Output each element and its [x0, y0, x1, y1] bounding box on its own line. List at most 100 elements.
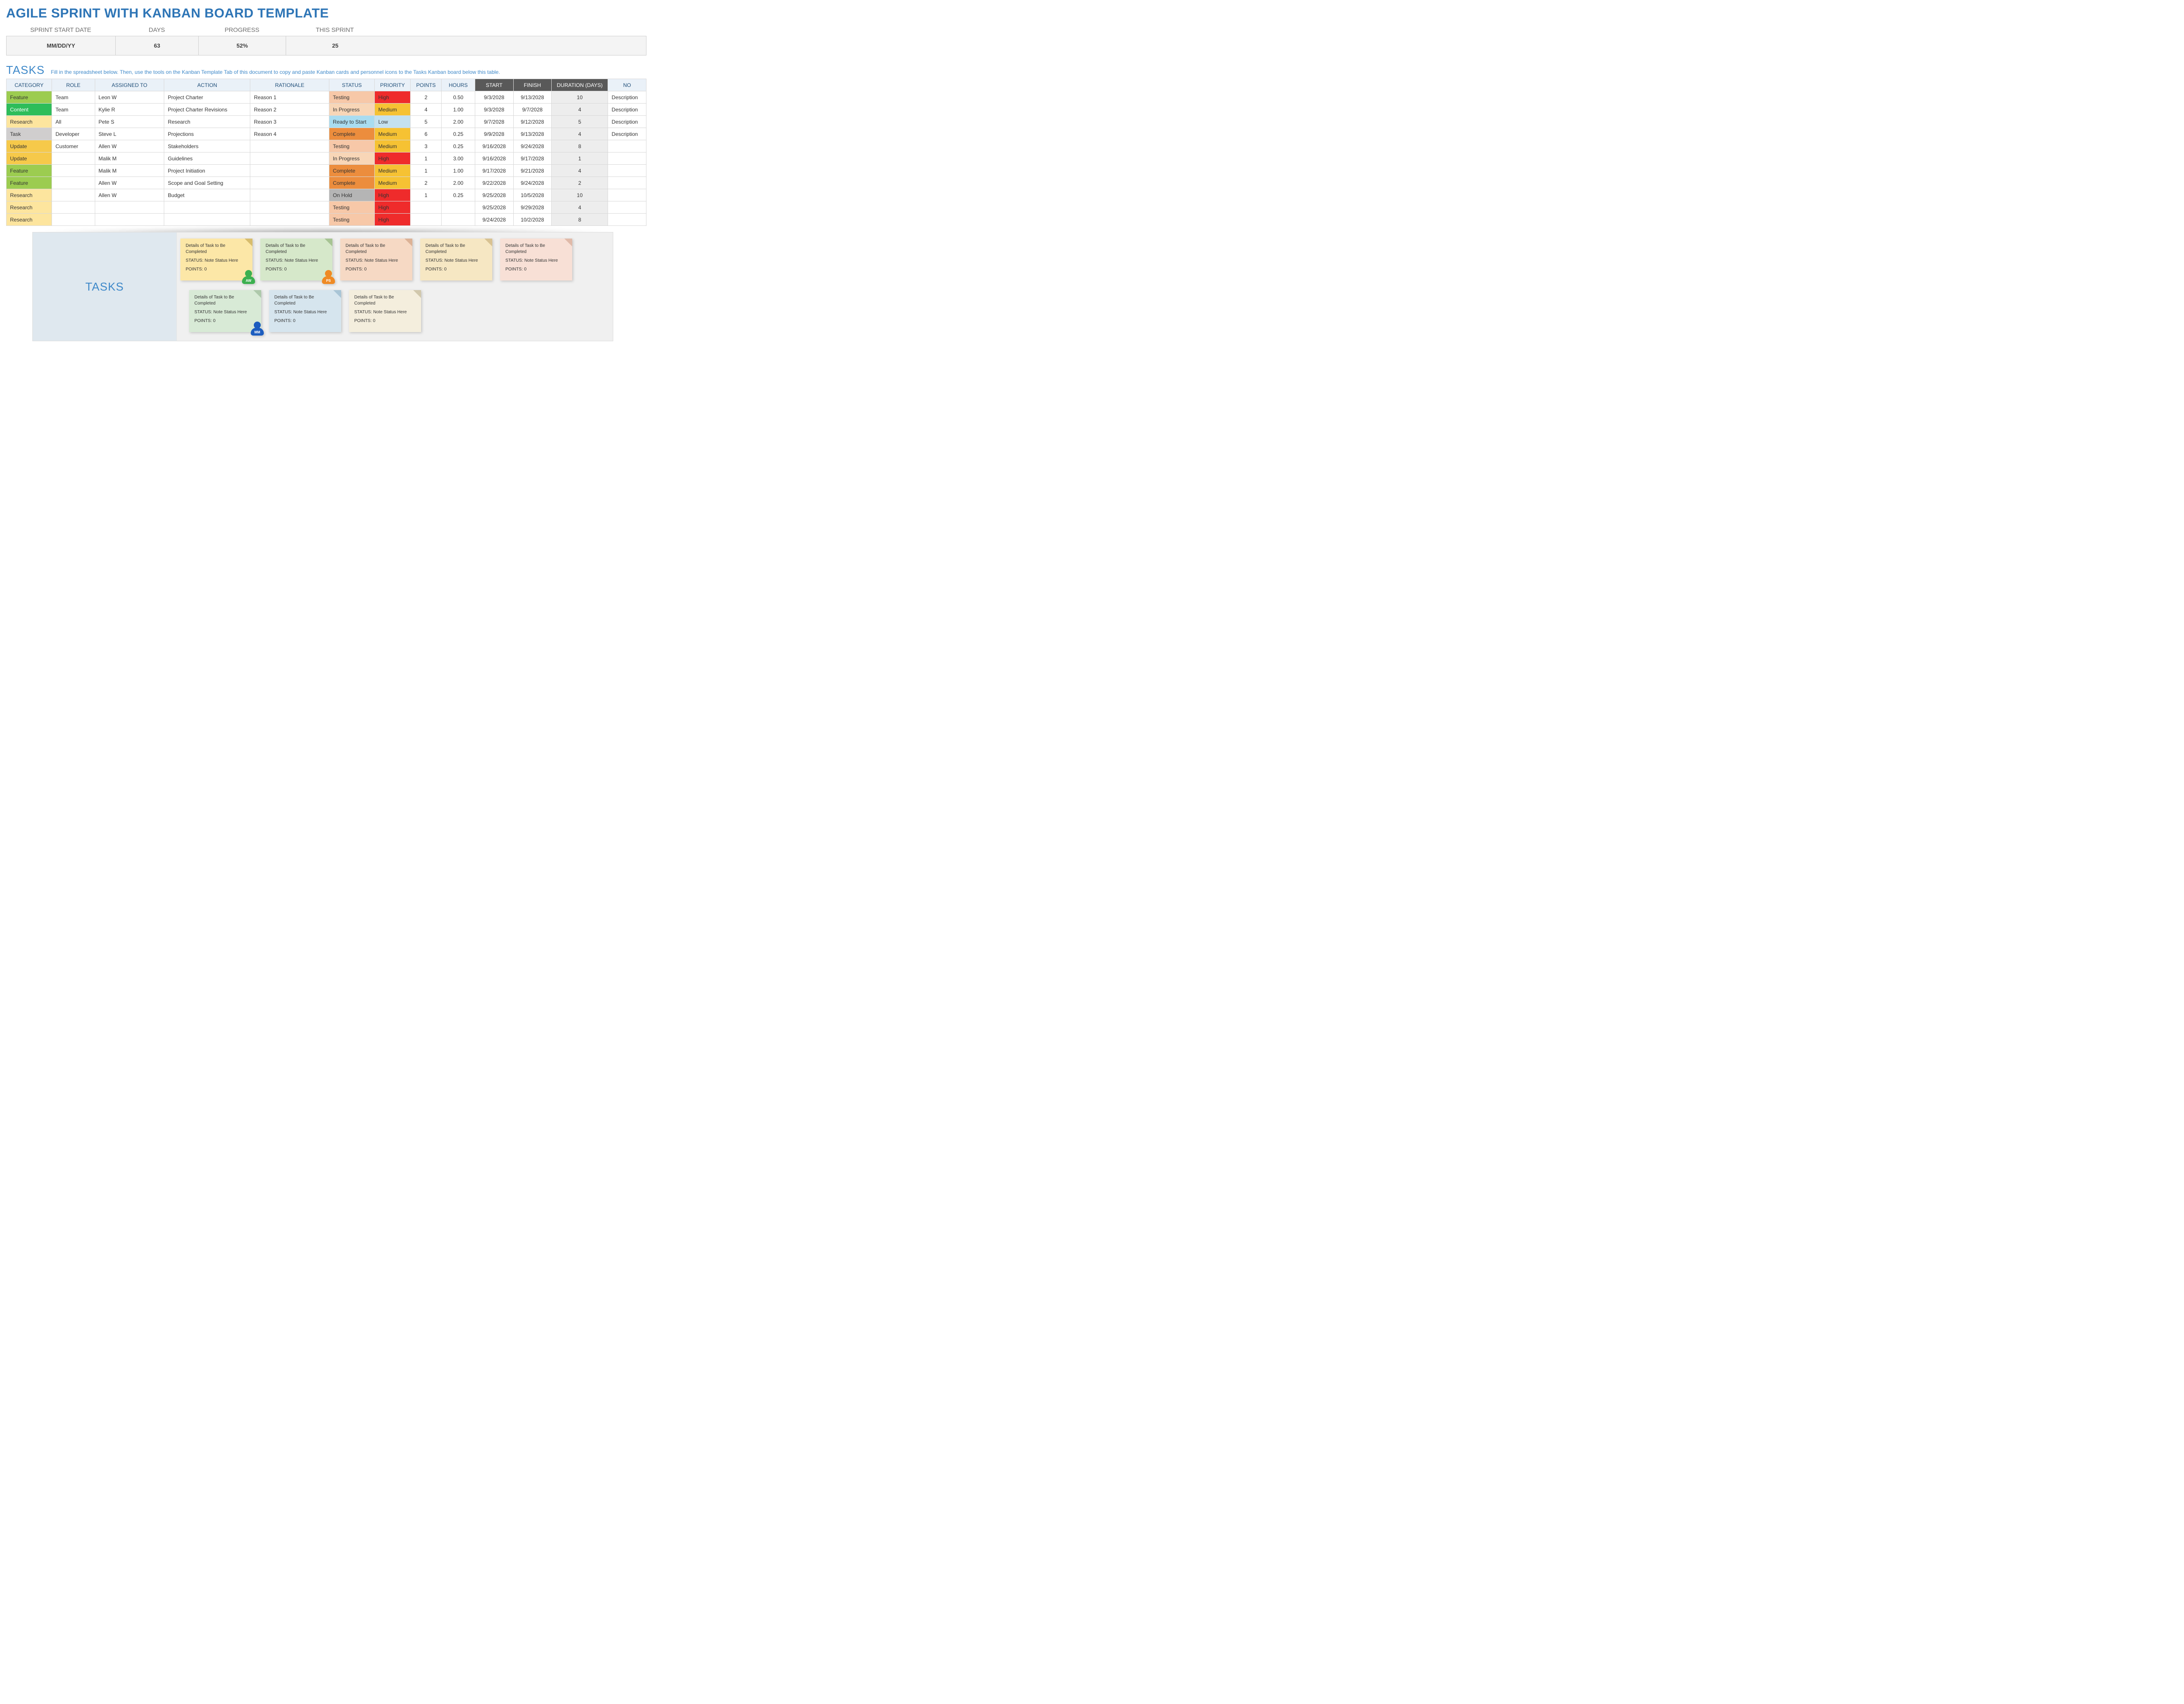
- table-row[interactable]: FeatureAllen WScope and Goal SettingComp…: [7, 177, 646, 189]
- summary-value[interactable]: 52%: [199, 36, 286, 55]
- cell-notes[interactable]: Description: [608, 116, 646, 128]
- cell-assigned[interactable]: Leon W: [95, 91, 164, 104]
- table-row[interactable]: ResearchTestingHigh9/24/202810/2/20288: [7, 214, 646, 226]
- cell-rationale[interactable]: Reason 3: [250, 116, 329, 128]
- cell-status[interactable]: Testing: [329, 140, 375, 152]
- cell-start[interactable]: 9/17/2028: [475, 165, 513, 177]
- cell-points[interactable]: 1: [411, 189, 442, 201]
- cell-action[interactable]: Guidelines: [164, 152, 250, 165]
- cell-priority[interactable]: High: [375, 201, 411, 214]
- kanban-card[interactable]: Details of Task to Be CompletedSTATUS: N…: [340, 239, 412, 281]
- cell-rationale[interactable]: [250, 189, 329, 201]
- cell-status[interactable]: Ready to Start: [329, 116, 375, 128]
- cell-finish[interactable]: 10/2/2028: [513, 214, 552, 226]
- cell-notes[interactable]: [608, 177, 646, 189]
- cell-points[interactable]: [411, 201, 442, 214]
- cell-rationale[interactable]: [250, 165, 329, 177]
- table-row[interactable]: ResearchTestingHigh9/25/20289/29/20284: [7, 201, 646, 214]
- cell-hours[interactable]: 0.50: [442, 91, 475, 104]
- cell-rationale[interactable]: [250, 140, 329, 152]
- table-row[interactable]: ResearchAllPete SResearchReason 3Ready t…: [7, 116, 646, 128]
- cell-finish[interactable]: 9/29/2028: [513, 201, 552, 214]
- cell-assigned[interactable]: [95, 201, 164, 214]
- cell-priority[interactable]: Medium: [375, 128, 411, 140]
- cell-assigned[interactable]: Kylie R: [95, 104, 164, 116]
- cell-status[interactable]: In Progress: [329, 104, 375, 116]
- cell-notes[interactable]: [608, 140, 646, 152]
- cell-duration[interactable]: 4: [552, 128, 608, 140]
- cell-hours[interactable]: 1.00: [442, 165, 475, 177]
- cell-finish[interactable]: 9/13/2028: [513, 128, 552, 140]
- cell-finish[interactable]: 9/7/2028: [513, 104, 552, 116]
- column-header[interactable]: CATEGORY: [7, 79, 52, 91]
- cell-start[interactable]: 9/9/2028: [475, 128, 513, 140]
- cell-assigned[interactable]: Malik M: [95, 165, 164, 177]
- cell-notes[interactable]: [608, 165, 646, 177]
- cell-assigned[interactable]: Allen W: [95, 140, 164, 152]
- cell-assigned[interactable]: Allen W: [95, 177, 164, 189]
- cell-duration[interactable]: 10: [552, 91, 608, 104]
- cell-role[interactable]: All: [52, 116, 95, 128]
- cell-duration[interactable]: 5: [552, 116, 608, 128]
- cell-status[interactable]: Complete: [329, 128, 375, 140]
- cell-role[interactable]: [52, 201, 95, 214]
- cell-notes[interactable]: [608, 201, 646, 214]
- tasks-table[interactable]: CATEGORYROLEASSIGNED TOACTIONRATIONALEST…: [6, 79, 646, 226]
- cell-role[interactable]: Team: [52, 104, 95, 116]
- cell-finish[interactable]: 9/17/2028: [513, 152, 552, 165]
- cell-rationale[interactable]: Reason 1: [250, 91, 329, 104]
- cell-assigned[interactable]: [95, 214, 164, 226]
- cell-hours[interactable]: [442, 201, 475, 214]
- cell-duration[interactable]: 8: [552, 214, 608, 226]
- column-header[interactable]: ACTION: [164, 79, 250, 91]
- cell-start[interactable]: 9/25/2028: [475, 189, 513, 201]
- cell-duration[interactable]: 10: [552, 189, 608, 201]
- cell-start[interactable]: 9/24/2028: [475, 214, 513, 226]
- cell-action[interactable]: Stakeholders: [164, 140, 250, 152]
- cell-hours[interactable]: [442, 214, 475, 226]
- table-row[interactable]: ContentTeamKylie RProject Charter Revisi…: [7, 104, 646, 116]
- cell-action[interactable]: [164, 214, 250, 226]
- cell-points[interactable]: [411, 214, 442, 226]
- kanban-card[interactable]: Details of Task to Be CompletedSTATUS: N…: [260, 239, 332, 281]
- column-header[interactable]: ASSIGNED TO: [95, 79, 164, 91]
- cell-category[interactable]: Research: [7, 116, 52, 128]
- cell-notes[interactable]: Description: [608, 104, 646, 116]
- summary-value[interactable]: MM/DD/YY: [7, 36, 116, 55]
- cell-priority[interactable]: High: [375, 189, 411, 201]
- cell-hours[interactable]: 0.25: [442, 128, 475, 140]
- cell-start[interactable]: 9/16/2028: [475, 140, 513, 152]
- cell-priority[interactable]: Medium: [375, 177, 411, 189]
- cell-hours[interactable]: 0.25: [442, 189, 475, 201]
- column-header[interactable]: DURATION (DAYS): [552, 79, 608, 91]
- cell-finish[interactable]: 9/13/2028: [513, 91, 552, 104]
- cell-hours[interactable]: 2.00: [442, 116, 475, 128]
- column-header[interactable]: PRIORITY: [375, 79, 411, 91]
- table-row[interactable]: UpdateMalik MGuidelinesIn ProgressHigh13…: [7, 152, 646, 165]
- table-row[interactable]: UpdateCustomerAllen WStakeholdersTesting…: [7, 140, 646, 152]
- cell-action[interactable]: Research: [164, 116, 250, 128]
- cell-role[interactable]: [52, 165, 95, 177]
- column-header[interactable]: POINTS: [411, 79, 442, 91]
- cell-category[interactable]: Feature: [7, 91, 52, 104]
- cell-hours[interactable]: 2.00: [442, 177, 475, 189]
- cell-hours[interactable]: 3.00: [442, 152, 475, 165]
- cell-notes[interactable]: [608, 152, 646, 165]
- cell-finish[interactable]: 9/24/2028: [513, 177, 552, 189]
- cell-rationale[interactable]: [250, 201, 329, 214]
- cell-notes[interactable]: Description: [608, 91, 646, 104]
- cell-action[interactable]: Budget: [164, 189, 250, 201]
- cell-priority[interactable]: High: [375, 214, 411, 226]
- cell-action[interactable]: Project Charter: [164, 91, 250, 104]
- kanban-card[interactable]: Details of Task to Be CompletedSTATUS: N…: [420, 239, 492, 281]
- cell-duration[interactable]: 8: [552, 140, 608, 152]
- cell-action[interactable]: Project Initiation: [164, 165, 250, 177]
- cell-status[interactable]: Complete: [329, 177, 375, 189]
- kanban-card[interactable]: Details of Task to Be CompletedSTATUS: N…: [189, 290, 261, 332]
- cell-start[interactable]: 9/16/2028: [475, 152, 513, 165]
- cell-start[interactable]: 9/22/2028: [475, 177, 513, 189]
- summary-value[interactable]: 63: [116, 36, 199, 55]
- table-row[interactable]: FeatureMalik MProject InitiationComplete…: [7, 165, 646, 177]
- cell-notes[interactable]: Description: [608, 128, 646, 140]
- cell-category[interactable]: Research: [7, 201, 52, 214]
